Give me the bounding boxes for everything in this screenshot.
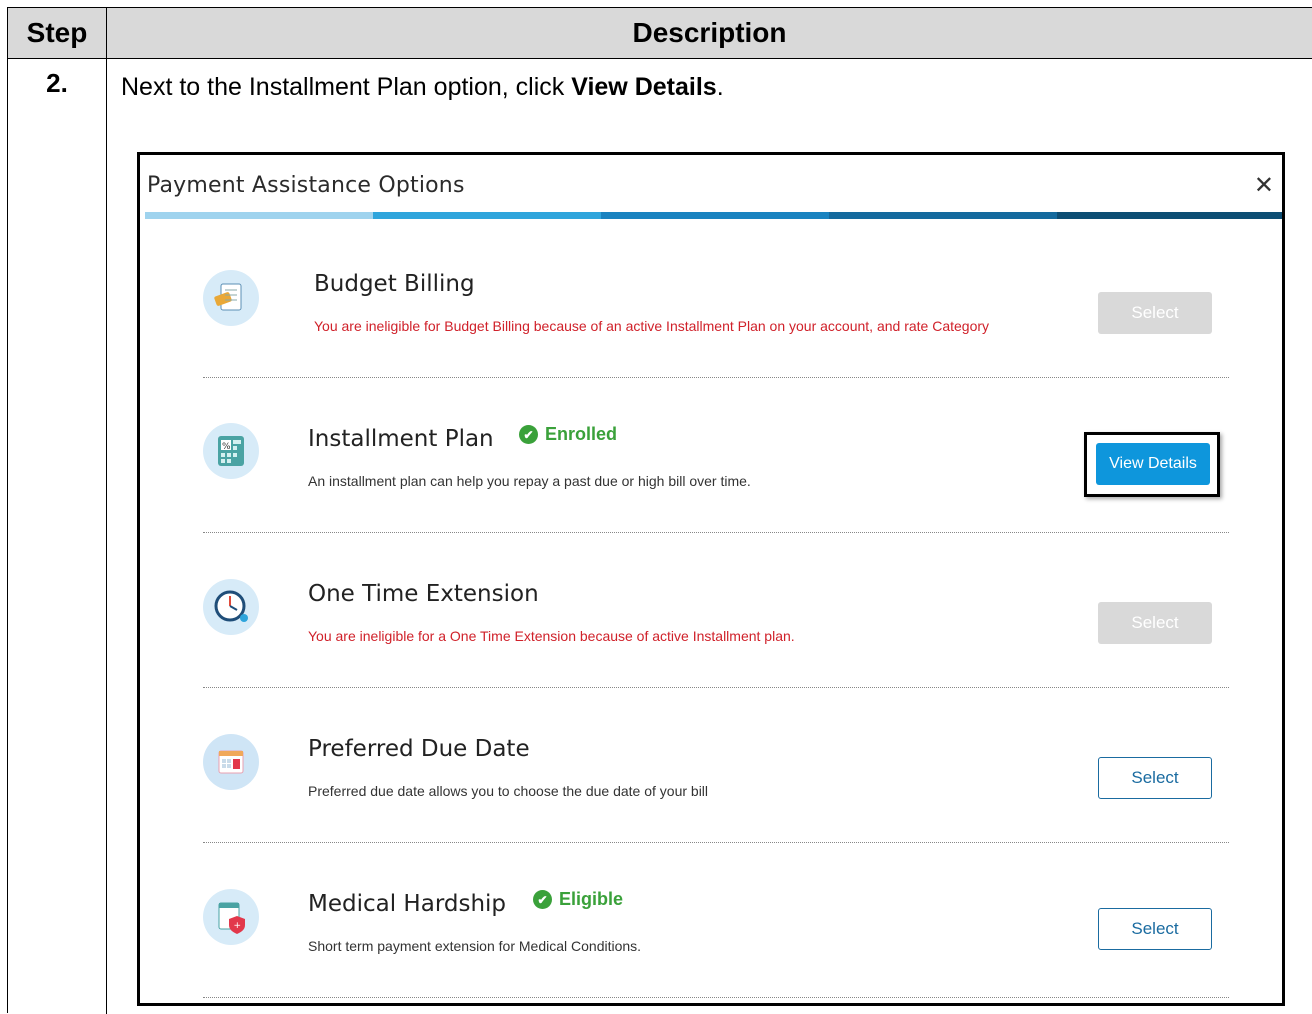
option-budget-billing: Budget Billing You are ineligible for Bu… bbox=[203, 223, 1229, 378]
payment-assistance-modal: Payment Assistance Options ✕ Budget Bill… bbox=[137, 152, 1285, 1006]
progress-segment bbox=[373, 212, 601, 219]
modal-title: Payment Assistance Options bbox=[147, 173, 465, 198]
option-description: Short term payment extension for Medical… bbox=[308, 938, 642, 954]
column-divider bbox=[106, 8, 107, 1014]
close-icon[interactable]: ✕ bbox=[1254, 171, 1274, 199]
eligible-badge: ✔ Eligible bbox=[533, 889, 623, 910]
select-button[interactable]: Select bbox=[1098, 292, 1212, 334]
enrolled-badge: ✔ Enrolled bbox=[519, 424, 617, 445]
option-title: Installment Plan bbox=[308, 426, 494, 452]
header-description: Description bbox=[632, 17, 787, 48]
progress-segment bbox=[1057, 212, 1282, 219]
step-number: 2. bbox=[46, 68, 68, 98]
check-circle-icon: ✔ bbox=[533, 890, 552, 909]
svg-text:+: + bbox=[234, 921, 242, 931]
instruction-suffix: . bbox=[716, 73, 724, 101]
option-title: Preferred Due Date bbox=[308, 736, 530, 762]
svg-text:%: % bbox=[222, 442, 231, 452]
instruction-text: Next to the Installment Plan option, cli… bbox=[121, 73, 724, 102]
extension-clock-icon bbox=[203, 579, 259, 635]
select-button[interactable]: Select bbox=[1098, 908, 1212, 950]
badge-label: Eligible bbox=[559, 889, 624, 909]
option-preferred-due-date: Preferred Due Date Preferred due date al… bbox=[203, 688, 1229, 843]
view-details-button[interactable]: View Details bbox=[1096, 443, 1210, 485]
option-one-time-extension: One Time Extension You are ineligible fo… bbox=[203, 533, 1229, 688]
option-title: One Time Extension bbox=[308, 581, 539, 607]
option-description: Preferred due date allows you to choose … bbox=[308, 783, 709, 799]
separator bbox=[203, 997, 1229, 998]
badge-label: Enrolled bbox=[545, 424, 618, 444]
budget-billing-icon bbox=[203, 270, 259, 326]
header-progress-bar bbox=[145, 212, 1282, 219]
instruction-bold: View Details bbox=[571, 73, 717, 101]
check-circle-icon: ✔ bbox=[519, 425, 538, 444]
option-description: An installment plan can help you repay a… bbox=[308, 473, 751, 489]
option-title: Medical Hardship bbox=[308, 891, 507, 917]
medical-icon: + bbox=[203, 889, 259, 945]
progress-segment bbox=[829, 212, 1057, 219]
option-description: You are ineligible for Budget Billing be… bbox=[314, 318, 990, 334]
select-button[interactable]: Select bbox=[1098, 757, 1212, 799]
select-button[interactable]: Select bbox=[1098, 602, 1212, 644]
option-installment-plan: % Installment Plan ✔ Enrolled An install… bbox=[203, 378, 1229, 533]
option-title: Budget Billing bbox=[314, 271, 475, 297]
option-medical-hardship: + Medical Hardship ✔ Eligible Short term… bbox=[203, 843, 1229, 998]
progress-segment bbox=[145, 212, 373, 219]
instruction-prefix: Next to the Installment Plan option, cli… bbox=[121, 73, 572, 101]
progress-segment bbox=[601, 212, 829, 219]
option-description: You are ineligible for a One Time Extens… bbox=[308, 628, 795, 644]
installment-plan-icon: % bbox=[203, 423, 259, 479]
header-step: Step bbox=[26, 17, 88, 48]
calendar-icon bbox=[203, 734, 259, 790]
table-header-row: Step Description bbox=[8, 8, 1312, 59]
